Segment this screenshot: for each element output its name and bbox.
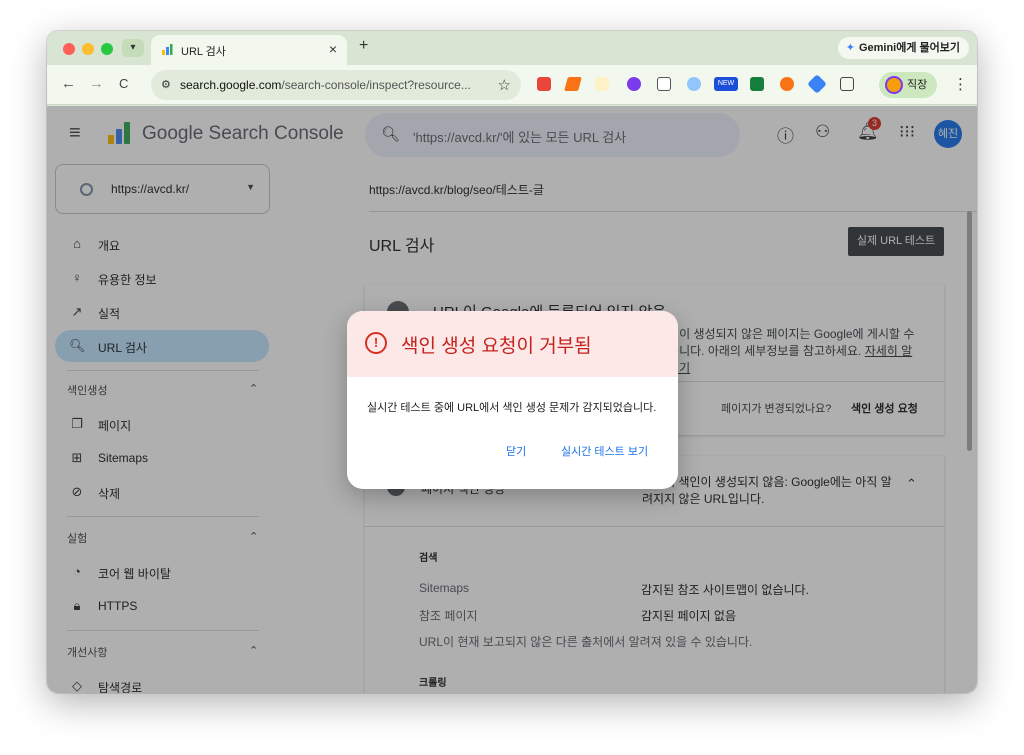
bookmark-star-icon[interactable]: ☆ xyxy=(498,76,511,94)
reload-icon[interactable]: C xyxy=(119,76,128,91)
gemini-button[interactable]: ✦ Gemini에게 물어보기 xyxy=(837,37,969,59)
extension-s-icon[interactable] xyxy=(537,77,551,91)
extension-heading-icon[interactable] xyxy=(595,77,609,91)
extension-new-icon[interactable]: NEW xyxy=(714,77,738,91)
browser-toolbar: ← → C ⚙ search.google.com/search-console… xyxy=(47,65,977,105)
profile-button[interactable]: 직장 xyxy=(879,72,937,98)
maximize-window-button[interactable] xyxy=(101,43,113,55)
dialog-title: 색인 생성 요청이 거부됨 xyxy=(401,336,592,357)
extension-tag-icon[interactable] xyxy=(807,74,827,94)
dialog-message: 실시간 테스트 중에 URL에서 색인 생성 문제가 감지되었습니다. xyxy=(367,402,657,414)
dialog-header: ! 색인 생성 요청이 거부됨 xyxy=(347,311,678,377)
site-info-icon[interactable]: ⚙ xyxy=(161,78,171,91)
gemini-label: Gemini에게 물어보기 xyxy=(858,42,960,54)
forward-arrow-icon[interactable]: → xyxy=(89,75,104,92)
extension-bulb-icon[interactable] xyxy=(687,77,701,91)
indexing-rejected-dialog: ! 색인 생성 요청이 거부됨 실시간 테스트 중에 URL에서 색인 생성 문… xyxy=(347,311,678,489)
browser-menu-icon[interactable]: ⋮ xyxy=(953,75,968,93)
tab-close-icon[interactable]: × xyxy=(329,41,337,57)
tab-bar: ▾ URL 검사 × + ✦ Gemini에게 물어보기 xyxy=(47,31,977,65)
extension-image-icon[interactable] xyxy=(657,77,671,91)
profile-avatar-icon xyxy=(885,76,903,94)
address-bar[interactable]: ⚙ search.google.com/search-console/inspe… xyxy=(151,70,521,100)
tab-title: URL 검사 xyxy=(181,46,226,58)
extensions-puzzle-icon[interactable] xyxy=(840,77,854,91)
back-arrow-icon[interactable]: ← xyxy=(61,75,76,92)
browser-window: ▾ URL 검사 × + ✦ Gemini에게 물어보기 ← → C ⚙ sear… xyxy=(47,31,977,693)
close-window-button[interactable] xyxy=(63,43,75,55)
new-tab-button[interactable]: + xyxy=(359,37,368,55)
tab-search-chevron-icon[interactable]: ▾ xyxy=(122,39,144,57)
extension-color-icon[interactable] xyxy=(627,77,641,91)
extension-sparkle-icon[interactable] xyxy=(780,77,794,91)
minimize-window-button[interactable] xyxy=(82,43,94,55)
profile-label: 직장 xyxy=(907,79,928,91)
address-url: search.google.com/search-console/inspect… xyxy=(180,78,471,92)
close-button[interactable]: 닫기 xyxy=(506,443,526,459)
gemini-sparkle-icon: ✦ xyxy=(845,42,855,54)
view-live-test-button[interactable]: 실시간 테스트 보기 xyxy=(561,443,648,459)
extension-eye-icon[interactable] xyxy=(750,77,764,91)
browser-tab[interactable]: URL 검사 × xyxy=(151,35,347,65)
error-icon: ! xyxy=(365,332,387,354)
search-console-favicon-icon xyxy=(162,44,173,55)
extension-slash-icon[interactable] xyxy=(564,77,582,91)
